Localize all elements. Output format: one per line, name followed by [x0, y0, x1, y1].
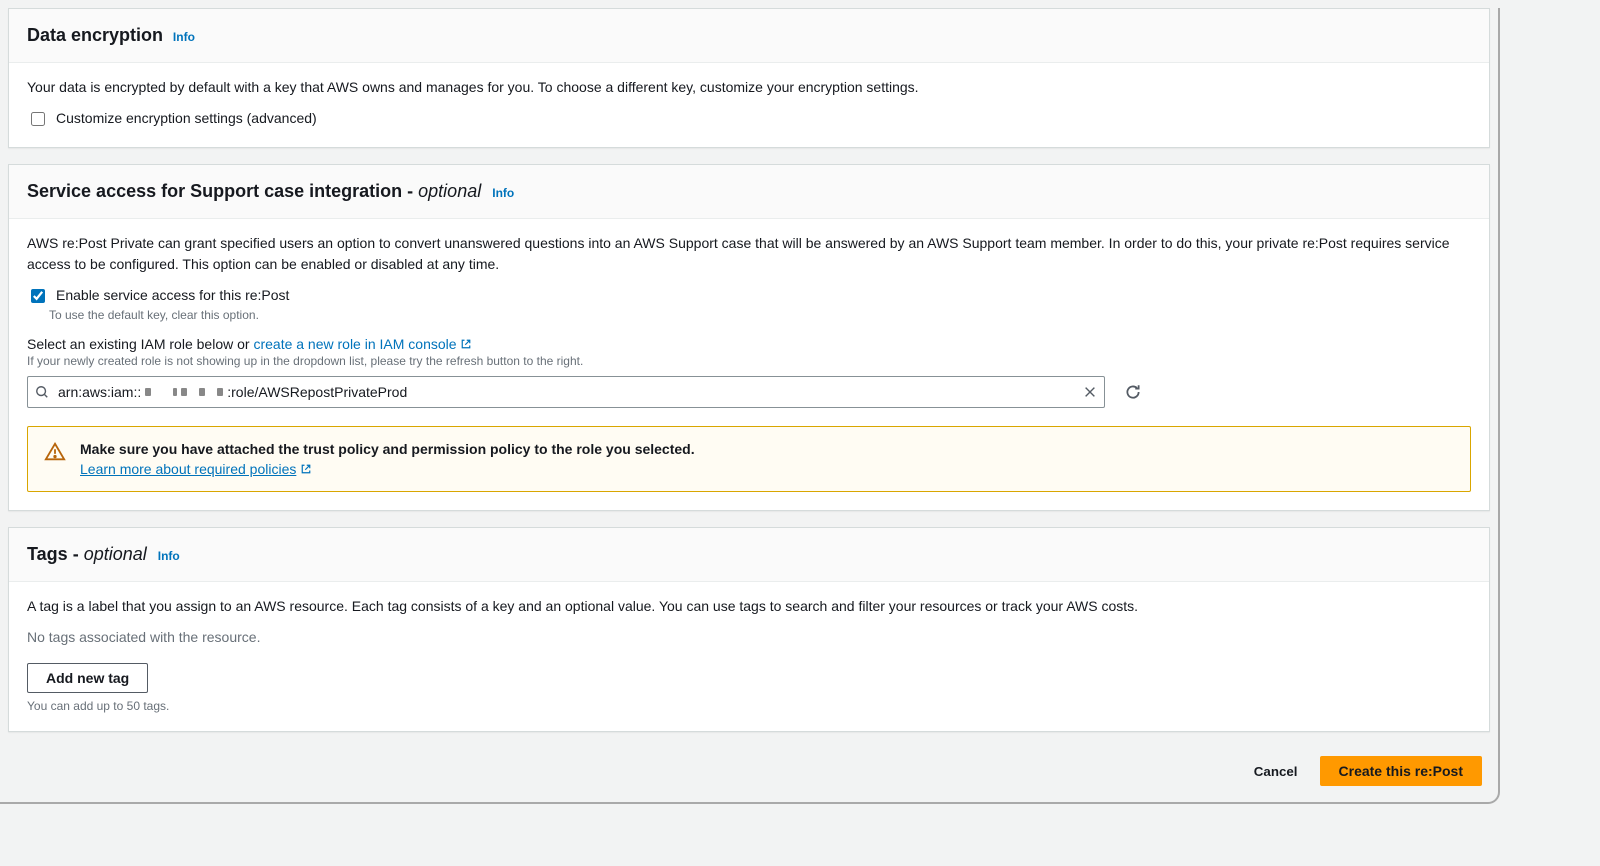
panel-service-access: Service access for Support case integrat…	[8, 164, 1490, 511]
customize-encryption-label[interactable]: Customize encryption settings (advanced)	[56, 110, 317, 126]
service-access-description: AWS re:Post Private can grant specified …	[27, 233, 1471, 275]
external-link-icon	[460, 338, 472, 350]
customize-encryption-checkbox[interactable]	[31, 112, 45, 126]
redacted-segment	[181, 388, 187, 396]
service-access-info-link[interactable]: Info	[492, 186, 514, 200]
create-repost-button[interactable]: Create this re:Post	[1320, 756, 1482, 786]
role-input[interactable]: arn:aws:iam:: :role/AWSRepostPrivateProd	[27, 376, 1105, 408]
panel-header-service-access: Service access for Support case integrat…	[9, 165, 1489, 219]
encryption-description: Your data is encrypted by default with a…	[27, 77, 1471, 98]
encryption-info-link[interactable]: Info	[173, 30, 195, 44]
redacted-segment	[217, 388, 223, 396]
redacted-segment	[199, 388, 205, 396]
cancel-button[interactable]: Cancel	[1240, 756, 1312, 786]
select-role-hint: If your newly created role is not showin…	[27, 354, 1471, 368]
panel-header-tags: Tags - optional Info	[9, 528, 1489, 582]
service-access-title: Service access for Support case integrat…	[27, 181, 486, 201]
redacted-segment	[173, 388, 177, 396]
select-role-label: Select an existing IAM role below or cre…	[27, 336, 1471, 352]
tags-title: Tags - optional	[27, 544, 152, 564]
tags-description: A tag is a label that you assign to an A…	[27, 596, 1471, 617]
warning-icon	[44, 441, 66, 463]
enable-service-access-hint: To use the default key, clear this optio…	[49, 308, 1471, 322]
role-combobox[interactable]: arn:aws:iam:: :role/AWSRepostPrivateProd	[27, 376, 1105, 408]
panel-header-encryption: Data encryption Info	[9, 9, 1489, 63]
clear-input-icon[interactable]	[1083, 385, 1097, 399]
form-footer: Cancel Create this re:Post	[0, 748, 1498, 802]
refresh-roles-button[interactable]	[1119, 378, 1147, 406]
alert-title: Make sure you have attached the trust po…	[80, 441, 695, 457]
refresh-icon	[1124, 383, 1142, 401]
tags-info-link[interactable]: Info	[158, 549, 180, 563]
enable-service-access-checkbox[interactable]	[31, 289, 45, 303]
enable-service-access-label[interactable]: Enable service access for this re:Post	[56, 287, 289, 303]
redacted-segment	[145, 388, 151, 396]
policy-warning-alert: Make sure you have attached the trust po…	[27, 426, 1471, 492]
external-link-icon	[300, 463, 312, 475]
tags-empty: No tags associated with the resource.	[27, 629, 1471, 645]
create-role-link[interactable]: create a new role in IAM console	[253, 336, 472, 352]
learn-more-policies-link[interactable]: Learn more about required policies	[80, 461, 312, 477]
add-new-tag-button[interactable]: Add new tag	[27, 663, 148, 693]
tags-limit-hint: You can add up to 50 tags.	[27, 699, 1471, 713]
panel-tags: Tags - optional Info A tag is a label th…	[8, 527, 1490, 732]
encryption-title: Data encryption	[27, 25, 163, 45]
panel-data-encryption: Data encryption Info Your data is encryp…	[8, 8, 1490, 148]
